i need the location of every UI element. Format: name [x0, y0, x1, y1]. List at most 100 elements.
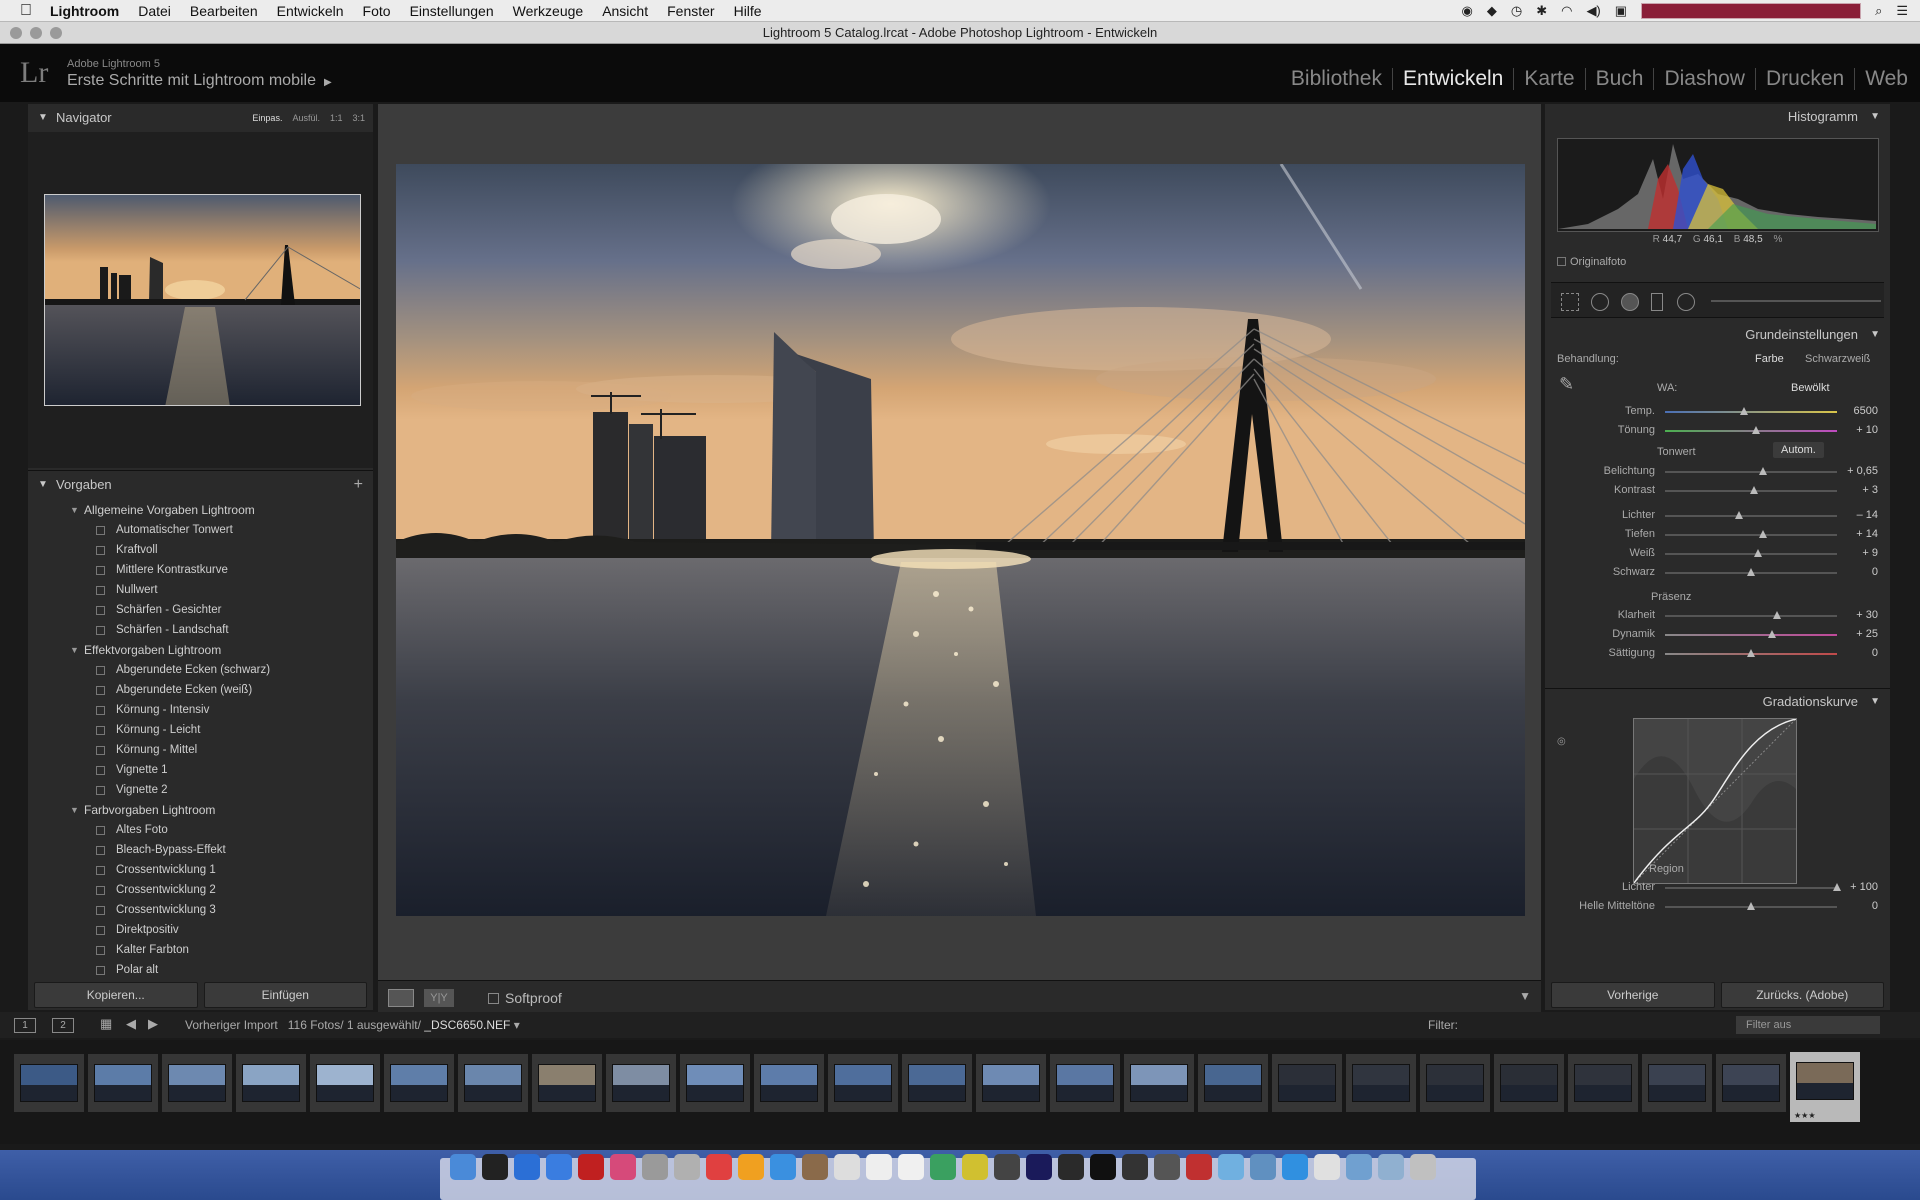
- slider-value[interactable]: + 0,65: [1838, 465, 1878, 477]
- dock-app-icon[interactable]: [994, 1154, 1020, 1180]
- filmstrip-thumbnail[interactable]: [162, 1054, 232, 1112]
- wb-select[interactable]: Bewölkt: [1791, 382, 1830, 394]
- wifi-icon[interactable]: ◠: [1561, 3, 1572, 19]
- dock-app-icon[interactable]: [738, 1154, 764, 1180]
- slider-handle[interactable]: [1759, 530, 1768, 538]
- menu-werkzeuge[interactable]: Werkzeuge: [513, 3, 584, 19]
- dock-app-icon[interactable]: [1346, 1154, 1372, 1180]
- time-machine-icon[interactable]: ◷: [1511, 3, 1522, 19]
- brush-slider[interactable]: [1711, 300, 1881, 302]
- dock-app-icon[interactable]: [802, 1154, 828, 1180]
- slider-handle[interactable]: [1734, 511, 1743, 519]
- slider-track[interactable]: [1665, 883, 1841, 891]
- slider-track[interactable]: [1665, 486, 1837, 494]
- auto-tone-button[interactable]: Autom.: [1773, 442, 1824, 458]
- zoom-1-1[interactable]: 1:1: [330, 104, 343, 132]
- preset-item[interactable]: Polar alt: [36, 960, 368, 976]
- eyedropper-icon[interactable]: ✎: [1559, 374, 1574, 395]
- dock-app-icon[interactable]: [866, 1154, 892, 1180]
- preset-folder[interactable]: ▼ Farbvorgaben Lightroom: [36, 800, 368, 820]
- dock-app-icon[interactable]: [450, 1154, 476, 1180]
- preset-item[interactable]: Schärfen - Landschaft: [36, 620, 368, 640]
- red-eye-icon[interactable]: [1621, 293, 1639, 311]
- filter-select[interactable]: Filter aus: [1736, 1016, 1880, 1034]
- grid-icon[interactable]: ▦: [100, 1016, 112, 1032]
- preset-item[interactable]: Mittlere Kontrastkurve: [36, 560, 368, 580]
- bluetooth-icon[interactable]: ✱: [1536, 3, 1547, 19]
- module-buch[interactable]: Buch: [1586, 68, 1655, 90]
- slider-value[interactable]: – 14: [1838, 509, 1878, 521]
- loupe-view-button[interactable]: [388, 989, 414, 1007]
- apple-icon[interactable]: : [20, 2, 38, 20]
- module-drucken[interactable]: Drucken: [1756, 68, 1856, 90]
- menu-entwickeln[interactable]: Entwickeln: [277, 3, 344, 19]
- filmstrip-thumbnail[interactable]: [976, 1054, 1046, 1112]
- filmstrip-thumbnail[interactable]: [236, 1054, 306, 1112]
- graduated-filter-icon[interactable]: [1651, 293, 1663, 311]
- slider-value[interactable]: 6500: [1838, 405, 1878, 417]
- slider-handle[interactable]: [1752, 426, 1761, 434]
- dock-app-icon[interactable]: [514, 1154, 540, 1180]
- search-icon[interactable]: ⌕: [1875, 3, 1882, 19]
- reset-button[interactable]: Zurücks. (Adobe): [1720, 982, 1884, 1008]
- filmstrip-thumbnail[interactable]: [1716, 1054, 1786, 1112]
- preset-item[interactable]: Crossentwicklung 2: [36, 880, 368, 900]
- dock-app-icon[interactable]: [770, 1154, 796, 1180]
- crop-tool-icon[interactable]: [1561, 293, 1579, 311]
- preset-item[interactable]: Körnung - Leicht: [36, 720, 368, 740]
- slider-track[interactable]: [1665, 549, 1837, 557]
- screen-2-button[interactable]: 2: [52, 1018, 74, 1033]
- volume-icon[interactable]: ◀): [1586, 3, 1600, 19]
- filmstrip-thumbnail[interactable]: [1420, 1054, 1490, 1112]
- dock-app-icon[interactable]: [1282, 1154, 1308, 1180]
- filmstrip-thumbnail[interactable]: [1198, 1054, 1268, 1112]
- filmstrip-thumbnail[interactable]: [680, 1054, 750, 1112]
- menu-hilfe[interactable]: Hilfe: [734, 3, 762, 19]
- navigator-thumbnail[interactable]: [44, 194, 361, 406]
- slider-value[interactable]: 0: [1838, 566, 1878, 578]
- dock-app-icon[interactable]: [578, 1154, 604, 1180]
- dock-app-icon[interactable]: [1122, 1154, 1148, 1180]
- preset-item[interactable]: Abgerundete Ecken (weiß): [36, 680, 368, 700]
- preset-item[interactable]: Vignette 2: [36, 780, 368, 800]
- slider-handle[interactable]: [1747, 649, 1755, 657]
- filmstrip-thumbnail[interactable]: [1050, 1054, 1120, 1112]
- preset-item[interactable]: Kalter Farbton: [36, 940, 368, 960]
- slider-track[interactable]: [1665, 511, 1837, 519]
- filmstrip-thumbnail[interactable]: [902, 1054, 972, 1112]
- presets-header[interactable]: ▼ Vorgaben +: [28, 470, 373, 498]
- dock-app-icon[interactable]: [1378, 1154, 1404, 1180]
- identity-subtitle[interactable]: Erste Schritte mit Lightroom mobile ▶: [67, 72, 332, 90]
- menu-app[interactable]: Lightroom: [50, 3, 119, 19]
- user-bar[interactable]: [1641, 3, 1862, 19]
- preset-item[interactable]: Nullwert: [36, 580, 368, 600]
- dock-app-icon[interactable]: [1250, 1154, 1276, 1180]
- preset-item[interactable]: Automatischer Tonwert: [36, 520, 368, 540]
- original-photo-toggle[interactable]: Originalfoto: [1557, 256, 1626, 268]
- slider-value[interactable]: 0: [1838, 647, 1878, 659]
- copy-button[interactable]: Kopieren...: [34, 982, 198, 1008]
- slider-value[interactable]: 0: [1838, 900, 1878, 912]
- zoom-fill[interactable]: Ausfül.: [292, 104, 320, 132]
- slider-handle[interactable]: [1753, 549, 1762, 557]
- preset-item[interactable]: Körnung - Mittel: [36, 740, 368, 760]
- previous-button[interactable]: Vorherige: [1551, 982, 1715, 1008]
- slider-track[interactable]: [1665, 630, 1837, 638]
- preset-item[interactable]: Altes Foto: [36, 820, 368, 840]
- slider-value[interactable]: + 10: [1838, 424, 1878, 436]
- filmstrip-thumbnail[interactable]: ★★★: [1790, 1052, 1860, 1122]
- dock-app-icon[interactable]: [706, 1154, 732, 1180]
- basic-header[interactable]: Grundeinstellungen ▼: [1545, 322, 1890, 348]
- preset-item[interactable]: Kraftvoll: [36, 540, 368, 560]
- filmstrip-thumbnail[interactable]: [1346, 1054, 1416, 1112]
- slider-handle[interactable]: [1750, 486, 1759, 494]
- preset-item[interactable]: Schärfen - Gesichter: [36, 600, 368, 620]
- slider-value[interactable]: + 14: [1838, 528, 1878, 540]
- dock-app-icon[interactable]: [834, 1154, 860, 1180]
- filmstrip-thumbnail[interactable]: [754, 1054, 824, 1112]
- slider-handle[interactable]: [1772, 611, 1781, 619]
- dock-app-icon[interactable]: [1410, 1154, 1436, 1180]
- main-photo[interactable]: [396, 164, 1525, 916]
- dock-app-icon[interactable]: [1154, 1154, 1180, 1180]
- preset-item[interactable]: Körnung - Intensiv: [36, 700, 368, 720]
